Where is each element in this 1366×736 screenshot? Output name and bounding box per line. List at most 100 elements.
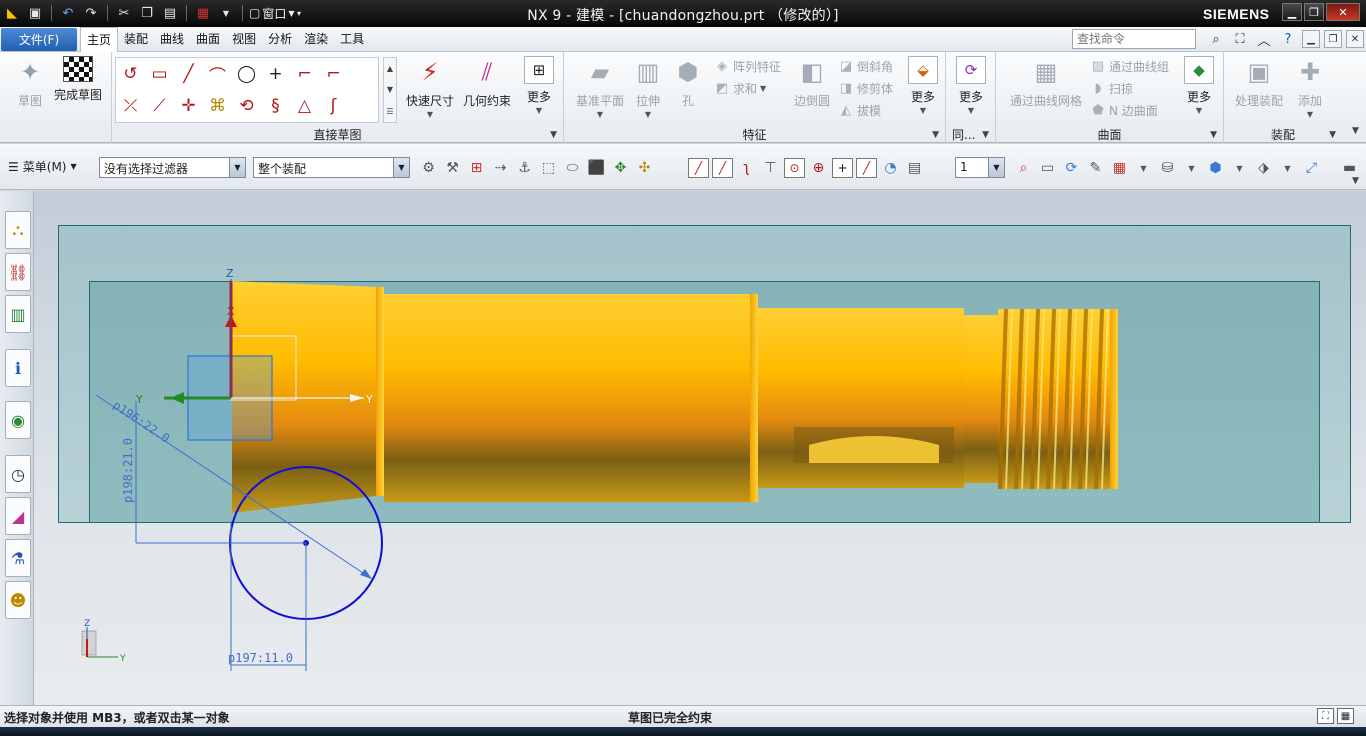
measure-icon[interactable]: ▬ [1339, 158, 1360, 178]
constraint-navigator-icon[interactable]: ⛓ [5, 253, 31, 291]
doc-close-button[interactable]: ✕ [1346, 30, 1364, 48]
select-snap-icon[interactable]: ✥ [610, 158, 631, 178]
convert-icon[interactable]: ʃ [319, 90, 348, 122]
type-filter-select[interactable]: 没有选择过滤器 ▼ [99, 157, 246, 178]
ribbon-options-icon[interactable]: ▼ [1352, 126, 1359, 136]
make-corner-icon[interactable]: ✛ [174, 90, 203, 122]
rotate-icon[interactable]: ⟳ [1061, 158, 1082, 178]
vertical-dimension-text[interactable]: p198:21.0 [121, 438, 135, 503]
shaded-icon[interactable]: ⬢ [1205, 158, 1226, 178]
shaft-model[interactable] [232, 281, 1118, 513]
selection-scope-select[interactable]: 整个装配 ▼ [253, 157, 410, 178]
chevron-down-icon[interactable]: ▼ [988, 158, 1004, 177]
extrude-button[interactable]: ▥ 拉伸 ▼ [626, 56, 670, 119]
history-icon[interactable]: ◷ [5, 455, 31, 493]
select-multi-icon[interactable]: ✣ [634, 158, 655, 178]
tab-curve[interactable]: 曲线 [154, 27, 190, 52]
menu-button[interactable]: ☰ 菜单(M) ▼ [8, 158, 77, 175]
close-button[interactable]: ✕ [1326, 3, 1360, 21]
geometric-constraint-button[interactable]: ⫽ 几何约束 [458, 56, 516, 109]
quadrant-point-icon[interactable]: ⊕ [808, 158, 829, 178]
draft-button[interactable]: ◭ 拔模 [838, 100, 881, 120]
chevron-down-icon[interactable]: ▼ [1181, 158, 1202, 178]
select-chain-icon[interactable]: ⚓ [514, 158, 535, 178]
assembly-navigator-icon[interactable]: ⛬ [5, 211, 31, 249]
rectangle-icon[interactable]: ▭ [145, 58, 174, 90]
through-curve-mesh-button[interactable]: ▦ 通过曲线网格 [1004, 56, 1088, 109]
scroll-up-icon[interactable]: ▲ [387, 64, 393, 73]
command-search-input[interactable] [1072, 29, 1196, 49]
pattern-feature-button[interactable]: ◈ 阵列特征 [714, 56, 781, 76]
chevron-down-icon[interactable]: ▼ [1229, 158, 1250, 178]
group-options-icon[interactable]: ▼ [1210, 130, 1217, 140]
control-point-icon[interactable]: ʅ [736, 158, 757, 178]
palette-icon[interactable]: ◢ [5, 497, 31, 535]
tab-surface[interactable]: 曲面 [190, 27, 226, 52]
derived-line-icon[interactable]: △ [290, 90, 319, 122]
mirror-curve-icon[interactable]: § [261, 90, 290, 122]
feature-more-button[interactable]: ⬙ 更多 ▼ [900, 56, 946, 115]
select-body-icon[interactable]: ⬛ [586, 158, 607, 178]
web-browser-icon[interactable]: ◉ [5, 401, 31, 439]
mid-point-icon[interactable]: ╱ [712, 158, 733, 178]
unite-button[interactable]: ◩ 求和 ▼ [714, 78, 766, 98]
surface-more-button[interactable]: ◆ 更多 ▼ [1176, 56, 1222, 115]
tab-view[interactable]: 视图 [226, 27, 262, 52]
doc-minimize-button[interactable]: ▁ [1302, 30, 1320, 48]
search-icon[interactable]: ⌕ [1206, 30, 1226, 48]
intersection-point-icon[interactable]: ⊤ [760, 158, 781, 178]
process-assembly-button[interactable]: ▣ 处理装配 [1230, 56, 1288, 109]
n-sided-surface-button[interactable]: ⬟ N 边曲面 [1090, 100, 1157, 120]
add-component-button[interactable]: ✚ 添加 ▼ [1288, 56, 1332, 119]
restore-button[interactable]: ❐ [1304, 3, 1324, 21]
trim-icon[interactable]: ⤫ [116, 90, 145, 122]
selection-info-icon[interactable]: ▦ [1337, 708, 1354, 724]
point-on-surface-icon[interactable]: ◔ [880, 158, 901, 178]
existing-point-icon[interactable]: + [832, 158, 853, 178]
tab-render[interactable]: 渲染 [298, 27, 334, 52]
full-screen-icon[interactable]: ⛶ [1317, 708, 1334, 724]
process-studio-icon[interactable]: ⚗ [5, 539, 31, 577]
chevron-down-icon[interactable]: ▼ [229, 158, 245, 177]
line-icon[interactable]: ╱ [174, 58, 203, 90]
fillet-icon[interactable]: ⌐ [290, 58, 319, 90]
horizontal-dimension-text[interactable]: p197:11.0 [228, 651, 293, 665]
finish-sketch-button[interactable]: 完成草图 [50, 56, 106, 103]
arc-icon[interactable]: ⌒ [203, 58, 232, 90]
through-curves-button[interactable]: ▨ 通过曲线组 [1090, 56, 1169, 76]
arc-center-icon[interactable]: ⊙ [784, 158, 805, 178]
extend-icon[interactable]: ⟋ [145, 90, 174, 122]
tab-tools[interactable]: 工具 [334, 27, 370, 52]
file-menu-button[interactable]: 文件(F) [1, 28, 77, 51]
show-hide-icon[interactable]: ⬗ [1253, 158, 1274, 178]
orient-view-icon[interactable]: ▦ [1109, 158, 1130, 178]
circle-icon[interactable]: ◯ [232, 58, 261, 90]
group-options-icon[interactable]: ▼ [932, 130, 939, 140]
offset-curve-icon[interactable]: ⌘ [203, 90, 232, 122]
render-style-icon[interactable]: ⛁ [1157, 158, 1178, 178]
part-navigator-icon[interactable]: ▥ [5, 295, 31, 333]
reset-filter-icon[interactable]: ⚒ [442, 158, 463, 178]
info-icon[interactable]: ℹ [5, 349, 31, 387]
pan-icon[interactable]: ✎ [1085, 158, 1106, 178]
help-icon[interactable]: ? [1278, 30, 1298, 48]
minimize-button[interactable]: ▁ [1282, 3, 1302, 21]
gallery-expand-icon[interactable]: ☰ [386, 107, 393, 116]
general-select-icon[interactable]: ⊞ [466, 158, 487, 178]
quick-dimension-button[interactable]: ⚡ 快速尺寸 ▼ [400, 56, 460, 119]
roles-icon[interactable]: ☻ [5, 581, 31, 619]
point-icon[interactable]: + [261, 58, 290, 90]
chevron-down-icon[interactable]: ▼ [393, 158, 409, 177]
sketch-more-button[interactable]: ⊞ 更多 ▼ [516, 56, 562, 115]
toolbar-options-icon[interactable]: ▼ [1352, 176, 1359, 186]
point-on-curve-icon[interactable]: ╱ [856, 158, 877, 178]
work-layer-select[interactable]: 1 ▼ [955, 157, 1005, 178]
group-options-icon[interactable]: ▼ [550, 130, 557, 140]
tab-analysis[interactable]: 分析 [262, 27, 298, 52]
filter-icon[interactable]: ⚙ [418, 158, 439, 178]
chevron-down-icon[interactable]: ▼ [1133, 158, 1154, 178]
sync-more-button[interactable]: ⟳ 更多 ▼ [948, 56, 994, 115]
select-box-icon[interactable]: ⬚ [538, 158, 559, 178]
trim-body-button[interactable]: ◨ 修剪体 [838, 78, 893, 98]
datum-plane-button[interactable]: ▰ 基准平面 ▼ [570, 56, 630, 119]
